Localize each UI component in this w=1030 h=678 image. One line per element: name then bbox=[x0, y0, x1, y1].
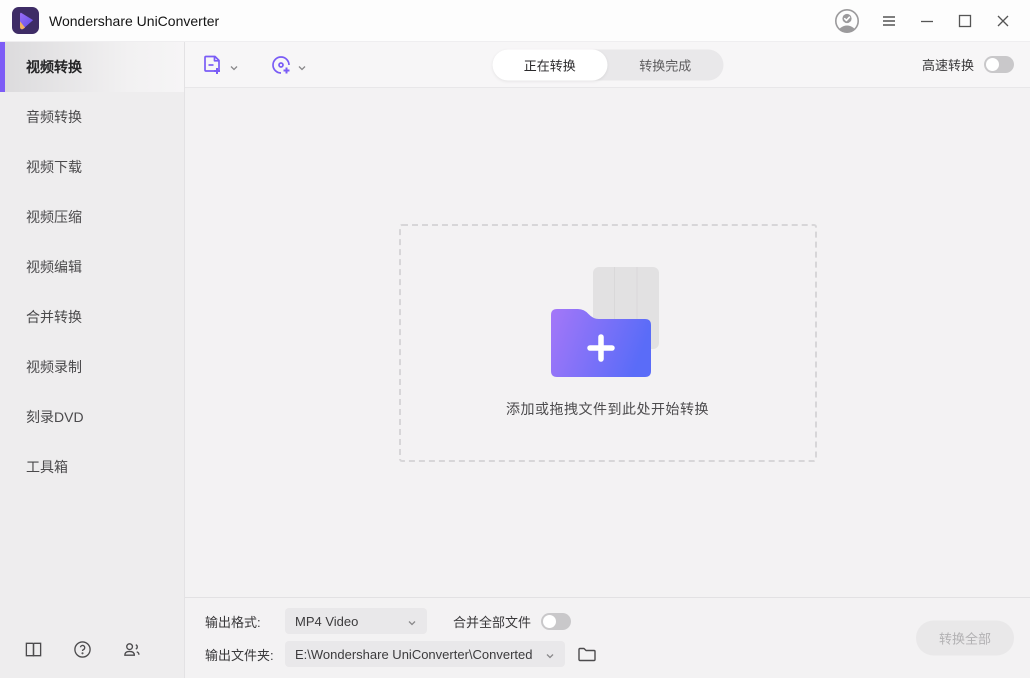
user-guide-book-icon[interactable] bbox=[24, 640, 43, 659]
help-icon[interactable] bbox=[73, 640, 92, 659]
sidebar-item-label: 视频转换 bbox=[26, 57, 82, 77]
toggle-knob bbox=[543, 615, 556, 628]
sidebar-item-toolbox[interactable]: 工具箱 bbox=[0, 442, 184, 492]
sidebar-item-video-download[interactable]: 视频下载 bbox=[0, 142, 184, 192]
folder-plus-graphic bbox=[551, 307, 651, 377]
output-folder-value: E:\Wondershare UniConverter\Converted bbox=[295, 647, 533, 662]
add-folder-icon bbox=[533, 267, 683, 377]
output-format-select[interactable]: MP4 Video bbox=[285, 608, 427, 634]
sidebar-item-video-edit[interactable]: 视频编辑 bbox=[0, 242, 184, 292]
add-dvd-icon bbox=[269, 53, 293, 77]
file-dropzone[interactable]: 添加或拖拽文件到此处开始转换 bbox=[399, 224, 817, 462]
output-folder-label: 输出文件夹: bbox=[205, 645, 285, 664]
maximize-icon[interactable] bbox=[950, 6, 980, 36]
minimize-icon[interactable] bbox=[912, 6, 942, 36]
conversion-tabs: 正在转换 转换完成 bbox=[492, 49, 723, 80]
output-settings-panel: 输出格式: MP4 Video 合并全部文件 输出文件夹: E:\Wonders… bbox=[185, 597, 1030, 678]
sidebar-item-label: 视频录制 bbox=[26, 357, 82, 377]
chevron-down-icon bbox=[407, 616, 417, 626]
add-file-icon bbox=[201, 53, 225, 77]
tab-finished[interactable]: 转换完成 bbox=[608, 49, 724, 80]
uniconverter-window: Wondershare UniConverter bbox=[0, 0, 1030, 678]
sidebar-item-screen-record[interactable]: 视频录制 bbox=[0, 342, 184, 392]
dropzone-hint: 添加或拖拽文件到此处开始转换 bbox=[506, 399, 709, 419]
sidebar-item-video-convert[interactable]: 视频转换 bbox=[0, 42, 184, 92]
chevron-down-icon bbox=[229, 60, 239, 70]
high-speed-toggle[interactable] bbox=[984, 56, 1014, 73]
tab-label: 转换完成 bbox=[639, 55, 691, 74]
sidebar-item-label: 刻录DVD bbox=[26, 407, 84, 427]
sidebar-item-merge-convert[interactable]: 合并转换 bbox=[0, 292, 184, 342]
sidebar-item-audio-convert[interactable]: 音频转换 bbox=[0, 92, 184, 142]
sidebar-item-label: 视频压缩 bbox=[26, 207, 82, 227]
chevron-down-icon bbox=[297, 60, 307, 70]
output-folder-select[interactable]: E:\Wondershare UniConverter\Converted bbox=[285, 641, 565, 667]
sidebar-item-label: 音频转换 bbox=[26, 107, 82, 127]
open-folder-icon[interactable] bbox=[577, 644, 597, 664]
window-title: Wondershare UniConverter bbox=[49, 13, 219, 29]
output-format-value: MP4 Video bbox=[295, 614, 358, 629]
add-dvd-button[interactable] bbox=[269, 53, 307, 77]
chevron-down-icon bbox=[545, 649, 555, 659]
titlebar: Wondershare UniConverter bbox=[0, 0, 1030, 42]
tab-label: 正在转换 bbox=[524, 55, 576, 74]
sidebar-item-video-compress[interactable]: 视频压缩 bbox=[0, 192, 184, 242]
add-file-button[interactable] bbox=[201, 53, 239, 77]
app-logo-icon bbox=[12, 7, 39, 34]
merge-all-toggle[interactable] bbox=[541, 613, 571, 630]
main-content: 添加或拖拽文件到此处开始转换 bbox=[185, 88, 1030, 597]
sidebar-item-label: 视频编辑 bbox=[26, 257, 82, 277]
account-avatar-icon[interactable] bbox=[834, 8, 860, 34]
sidebar-item-label: 合并转换 bbox=[26, 307, 82, 327]
convert-all-button[interactable]: 转换全部 bbox=[916, 621, 1014, 656]
toolbar: 正在转换 转换完成 高速转换 bbox=[185, 42, 1030, 88]
sidebar-item-label: 工具箱 bbox=[26, 457, 68, 477]
toggle-knob bbox=[986, 58, 999, 71]
merge-all-label: 合并全部文件 bbox=[453, 612, 531, 631]
sidebar-item-label: 视频下载 bbox=[26, 157, 82, 177]
sidebar-item-burn-dvd[interactable]: 刻录DVD bbox=[0, 392, 184, 442]
sidebar-footer bbox=[0, 620, 184, 678]
sidebar: 视频转换 音频转换 视频下载 视频压缩 视频编辑 合并转换 视频录制 刻录DVD… bbox=[0, 42, 185, 678]
hamburger-menu-icon[interactable] bbox=[874, 6, 904, 36]
tab-converting[interactable]: 正在转换 bbox=[492, 49, 608, 80]
high-speed-label: 高速转换 bbox=[922, 55, 974, 74]
community-icon[interactable] bbox=[122, 640, 141, 659]
output-format-label: 输出格式: bbox=[205, 612, 285, 631]
close-icon[interactable] bbox=[988, 6, 1018, 36]
